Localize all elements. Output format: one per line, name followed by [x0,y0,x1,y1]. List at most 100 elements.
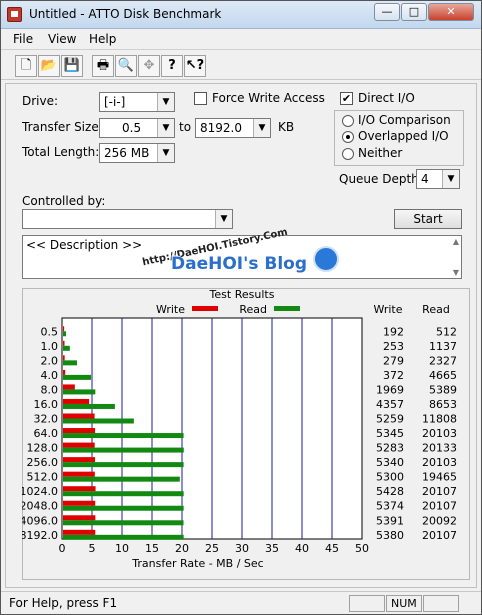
chevron-down-icon: ▼ [157,93,174,111]
to-label: to [179,120,192,134]
maximize-button[interactable]: □ [401,3,427,21]
save-icon[interactable]: 💾 [61,55,83,77]
category-label: 4.0 [41,369,59,382]
write-value-label: 5374 [376,500,404,513]
start-button[interactable]: Start [394,209,462,229]
toolbar: 🗋 📂 💾 🖶 🔍 ✥ ? ↖? [1,51,481,80]
scroll-up-icon[interactable]: ▲ [453,237,459,246]
menu-file[interactable]: File [13,32,33,46]
x-tick-label: 15 [145,542,159,555]
menu-bar: File View Help [1,29,481,50]
write-value-label: 279 [383,354,404,367]
open-folder-icon[interactable]: 📂 [38,55,60,77]
write-value-label: 5259 [376,413,404,426]
drive-select[interactable]: [-i-] ▼ [99,92,175,112]
print-icon[interactable]: 🖶 [92,55,114,77]
read-bar [63,534,184,540]
neither-radio[interactable] [342,148,354,160]
help-icon[interactable]: ? [161,55,183,77]
window-title: Untitled - ATTO Disk Benchmark [29,7,222,21]
read-value-label: 20103 [422,427,457,440]
read-bar [63,491,184,497]
read-bar [63,520,184,526]
write-value-label: 4357 [376,398,404,411]
direct-io-label: Direct I/O [358,91,415,105]
io-comparison-radio[interactable] [342,115,354,127]
drive-label: Drive: [22,94,59,108]
column-header-write: Write [373,303,402,316]
transfer-from-value: 0.5 [122,121,142,135]
category-label: 512.0 [27,471,59,484]
read-value-label: 5389 [429,383,457,396]
read-value-label: 11808 [422,413,457,426]
read-bar [63,374,92,380]
x-tick-label: 10 [115,542,129,555]
x-axis-label: Transfer Rate - MB / Sec [131,557,263,570]
minimize-button[interactable]: — [374,3,400,21]
read-value-label: 20107 [422,529,457,542]
legend-write-swatch [192,306,218,311]
chart-title: Test Results [209,288,275,301]
x-tick-label: 20 [175,542,189,555]
move-icon[interactable]: ✥ [138,55,160,77]
transfer-to-select[interactable]: 8192.0 ▼ [195,118,271,138]
force-write-checkbox[interactable] [194,92,207,105]
total-length-label: Total Length: [22,145,100,159]
read-bar [63,418,134,424]
transfer-size-label: Transfer Size: [22,120,103,134]
overlapped-io-radio[interactable] [342,131,354,143]
category-label: 0.5 [41,325,59,338]
write-value-label: 5345 [376,427,404,440]
category-label: 256.0 [27,456,59,469]
controlled-by-select[interactable]: ▼ [22,209,233,229]
write-value-label: 192 [383,325,404,338]
write-bar [63,369,66,375]
read-bar [63,433,184,439]
direct-io-checkbox[interactable]: ✔ [340,92,353,105]
overlapped-io-label: Overlapped I/O [358,129,449,143]
total-length-select[interactable]: 256 MB ▼ [99,143,175,163]
write-value-label: 1969 [376,383,404,396]
legend-read-label: Read [239,303,267,316]
x-tick-label: 5 [89,542,96,555]
read-bar [63,447,184,453]
new-document-icon[interactable]: 🗋 [15,55,37,77]
category-label: 4096.0 [22,514,58,527]
write-bar [63,500,96,506]
write-value-label: 5428 [376,485,404,498]
category-label: 1024.0 [22,485,58,498]
write-value-label: 5283 [376,442,404,455]
controlled-by-label: Controlled by: [22,194,106,208]
chevron-down-icon: ▼ [215,210,232,228]
write-bar [63,471,95,477]
legend-read-swatch [274,306,300,311]
read-bar [63,462,184,468]
transfer-from-select[interactable]: 0.5 ▼ [99,118,175,138]
status-pane-1 [349,595,385,612]
menu-help[interactable]: Help [89,32,116,46]
force-write-label: Force Write Access [212,91,325,105]
print-preview-icon[interactable]: 🔍 [115,55,137,77]
read-value-label: 20107 [422,500,457,513]
menu-view[interactable]: View [48,32,76,46]
read-bar [63,331,67,337]
category-label: 8192.0 [22,529,58,542]
neither-label: Neither [358,146,403,160]
close-button[interactable]: ✕ [428,3,474,21]
context-help-icon[interactable]: ↖? [184,55,206,77]
queue-depth-select[interactable]: 4 ▼ [416,169,460,189]
write-value-label: 5340 [376,456,404,469]
title-bar[interactable]: Untitled - ATTO Disk Benchmark — □ ✕ [1,1,481,29]
description-box[interactable]: << Description >> ▲ ▼ http://DaeHOI.Tist… [22,227,462,279]
write-bar [63,442,95,448]
chevron-down-icon: ▼ [157,144,174,162]
write-value-label: 5391 [376,514,404,527]
write-value-label: 253 [383,340,404,353]
scroll-down-icon[interactable]: ▼ [453,268,459,277]
write-bar [63,428,96,434]
transfer-to-value: 8192.0 [200,121,242,135]
read-bar [63,360,77,366]
write-bar [63,486,96,492]
queue-depth-value: 4 [421,172,429,186]
write-bar [63,515,96,521]
